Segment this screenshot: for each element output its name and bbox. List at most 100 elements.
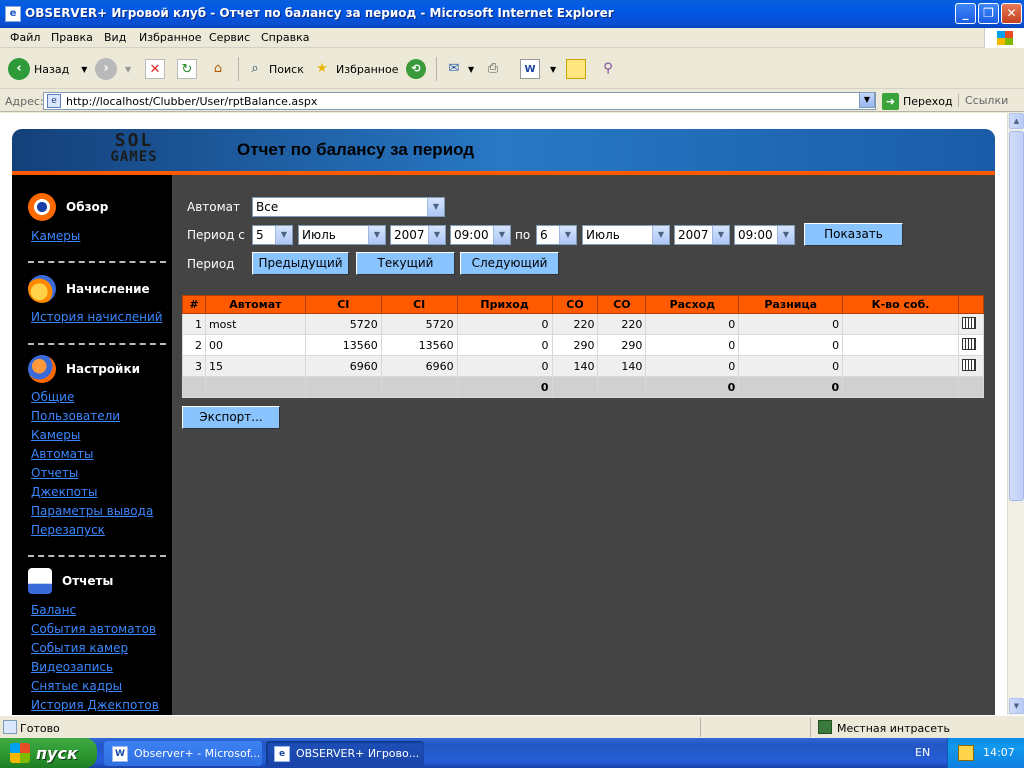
sidebar-item-restart[interactable]: Перезапуск: [31, 523, 105, 537]
sidebar-item-jackpot-history[interactable]: История Джекпотов: [31, 698, 159, 712]
vertical-scrollbar[interactable]: ▲ ▼: [1007, 113, 1024, 715]
research-button[interactable]: ⚲: [598, 57, 618, 81]
calendar-icon[interactable]: [961, 358, 976, 371]
taskbar-item-ie[interactable]: e OBSERVER+ Игрово...: [266, 741, 424, 766]
favorites-button[interactable]: ★ Избранное: [312, 57, 398, 81]
sidebar-item-output-params[interactable]: Параметры вывода: [31, 504, 153, 518]
from-year-select[interactable]: 2007 ▼: [390, 225, 446, 245]
cell-num: 1: [182, 313, 206, 335]
column-header[interactable]: CO: [597, 295, 647, 314]
home-button[interactable]: ⌂: [208, 57, 228, 81]
column-header[interactable]: Приход: [456, 295, 553, 314]
scroll-up-icon[interactable]: ▲: [1009, 113, 1024, 129]
edit-dropdown-icon[interactable]: ▼: [550, 65, 556, 74]
next-period-button[interactable]: Следующий: [460, 252, 559, 275]
scroll-thumb[interactable]: [1009, 131, 1024, 501]
sidebar-item-balance[interactable]: Баланс: [31, 603, 76, 617]
edit-button[interactable]: W ▼: [520, 57, 556, 81]
refresh-button[interactable]: ↻: [177, 57, 197, 81]
maximize-button[interactable]: ❐: [978, 3, 999, 24]
links-label[interactable]: Ссылки: [958, 94, 1008, 107]
sidebar-item-reports-settings[interactable]: Отчеты: [31, 466, 78, 480]
gears-icon: [28, 355, 56, 383]
table-row: 2 00 13560 13560 0 290 290 0 0: [182, 334, 985, 356]
calendar-icon[interactable]: [961, 337, 976, 350]
address-input[interactable]: e http://localhost/Clubber/User/rptBalan…: [43, 92, 876, 110]
history-button[interactable]: ⟲: [406, 57, 426, 81]
current-period-button[interactable]: Текущий: [356, 252, 455, 275]
column-header[interactable]: Автомат: [204, 295, 306, 314]
cell-count: [842, 313, 959, 335]
table-row: 3 15 6960 6960 0 140 140 0 0: [182, 355, 985, 377]
sidebar-item-camera-events[interactable]: События камер: [31, 641, 128, 655]
from-day-select[interactable]: 5 ▼: [252, 225, 293, 245]
stop-button[interactable]: ✕: [145, 57, 165, 81]
forward-button[interactable]: › ▼: [95, 57, 131, 81]
minimize-button[interactable]: _: [955, 3, 976, 24]
menu-help[interactable]: Справка: [261, 31, 309, 44]
mail-dropdown-icon[interactable]: ▼: [468, 65, 474, 74]
export-button[interactable]: Экспорт...: [182, 406, 280, 429]
sidebar-item-jackpots[interactable]: Джекпоты: [31, 485, 97, 499]
intranet-zone-icon: [818, 720, 832, 734]
discuss-button[interactable]: [566, 57, 586, 81]
menu-edit[interactable]: Правка: [51, 31, 93, 44]
machine-select[interactable]: Все ▼: [252, 197, 445, 217]
mail-button[interactable]: ✉ ▼: [444, 57, 475, 81]
address-dropdown-icon[interactable]: ▼: [859, 92, 875, 108]
print-button[interactable]: ⎙: [483, 57, 503, 81]
go-button[interactable]: ➜ Переход: [882, 92, 953, 110]
column-header[interactable]: CO: [551, 295, 599, 314]
column-header[interactable]: #: [182, 295, 206, 314]
sidebar-item-general[interactable]: Общие: [31, 390, 74, 404]
menu-tools[interactable]: Сервис: [209, 31, 250, 44]
to-year-select[interactable]: 2007 ▼: [674, 225, 730, 245]
previous-period-button[interactable]: Предыдущий: [252, 252, 349, 275]
title-bar[interactable]: e OBSERVER+ Игровой клуб - Отчет по бала…: [0, 0, 1024, 28]
from-month-select[interactable]: Июль ▼: [298, 225, 386, 245]
totals-cell-empty: [957, 376, 985, 398]
menu-file[interactable]: Файл: [10, 31, 40, 44]
sidebar-section-overview: Обзор: [28, 193, 108, 221]
cell-co: 220: [597, 313, 647, 335]
coins-icon: [28, 275, 56, 303]
column-header[interactable]: К-во соб.: [842, 295, 959, 314]
sidebar-item-machines[interactable]: Автоматы: [31, 447, 93, 461]
show-button[interactable]: Показать: [804, 223, 903, 246]
sidebar-item-cameras[interactable]: Камеры: [31, 229, 80, 243]
sidebar-item-accrual-history[interactable]: История начислений: [31, 310, 163, 324]
column-header[interactable]: CI: [380, 295, 458, 314]
sidebar-divider: [28, 261, 166, 263]
windows-flag-icon: [10, 743, 30, 763]
menu-favorites[interactable]: Избранное: [139, 31, 201, 44]
sidebar-item-machine-events[interactable]: События автоматов: [31, 622, 156, 636]
cell-count: [842, 355, 959, 377]
ie-app-icon: e: [274, 745, 290, 762]
tray-network-icon[interactable]: [958, 745, 974, 761]
cell-machine: most: [204, 313, 306, 335]
back-button[interactable]: ‹ Назад ▼: [8, 57, 87, 81]
from-time-select[interactable]: 09:00 ▼: [450, 225, 511, 245]
sidebar-item-settings-cameras[interactable]: Камеры: [31, 428, 80, 442]
close-button[interactable]: ✕: [1001, 3, 1022, 24]
taskbar-item-word[interactable]: W Observer+ - Microsof...: [104, 741, 262, 766]
language-indicator[interactable]: EN: [915, 746, 930, 759]
column-header[interactable]: CI: [304, 295, 382, 314]
start-button[interactable]: пуск: [0, 738, 97, 768]
browser-viewport: SOL GAMES Отчет по балансу за период Обз…: [0, 113, 1024, 715]
sidebar-item-users[interactable]: Пользователи: [31, 409, 120, 423]
to-time-select[interactable]: 09:00 ▼: [734, 225, 795, 245]
sidebar-item-video-recording[interactable]: Видеозапись: [31, 660, 113, 674]
search-button[interactable]: ⌕ Поиск: [245, 57, 303, 81]
clock[interactable]: 14:07: [983, 746, 1015, 759]
from-month-value: Июль: [302, 228, 336, 242]
to-month-select[interactable]: Июль ▼: [582, 225, 670, 245]
column-header[interactable]: Расход: [645, 295, 740, 314]
menu-view[interactable]: Вид: [104, 31, 126, 44]
sidebar-item-captured-frames[interactable]: Снятые кадры: [31, 679, 122, 693]
scroll-down-icon[interactable]: ▼: [1009, 698, 1024, 714]
calendar-icon[interactable]: [961, 316, 976, 329]
to-day-select[interactable]: 6 ▼: [536, 225, 577, 245]
column-header[interactable]: Разница: [738, 295, 844, 314]
back-dropdown-icon[interactable]: ▼: [81, 65, 87, 74]
